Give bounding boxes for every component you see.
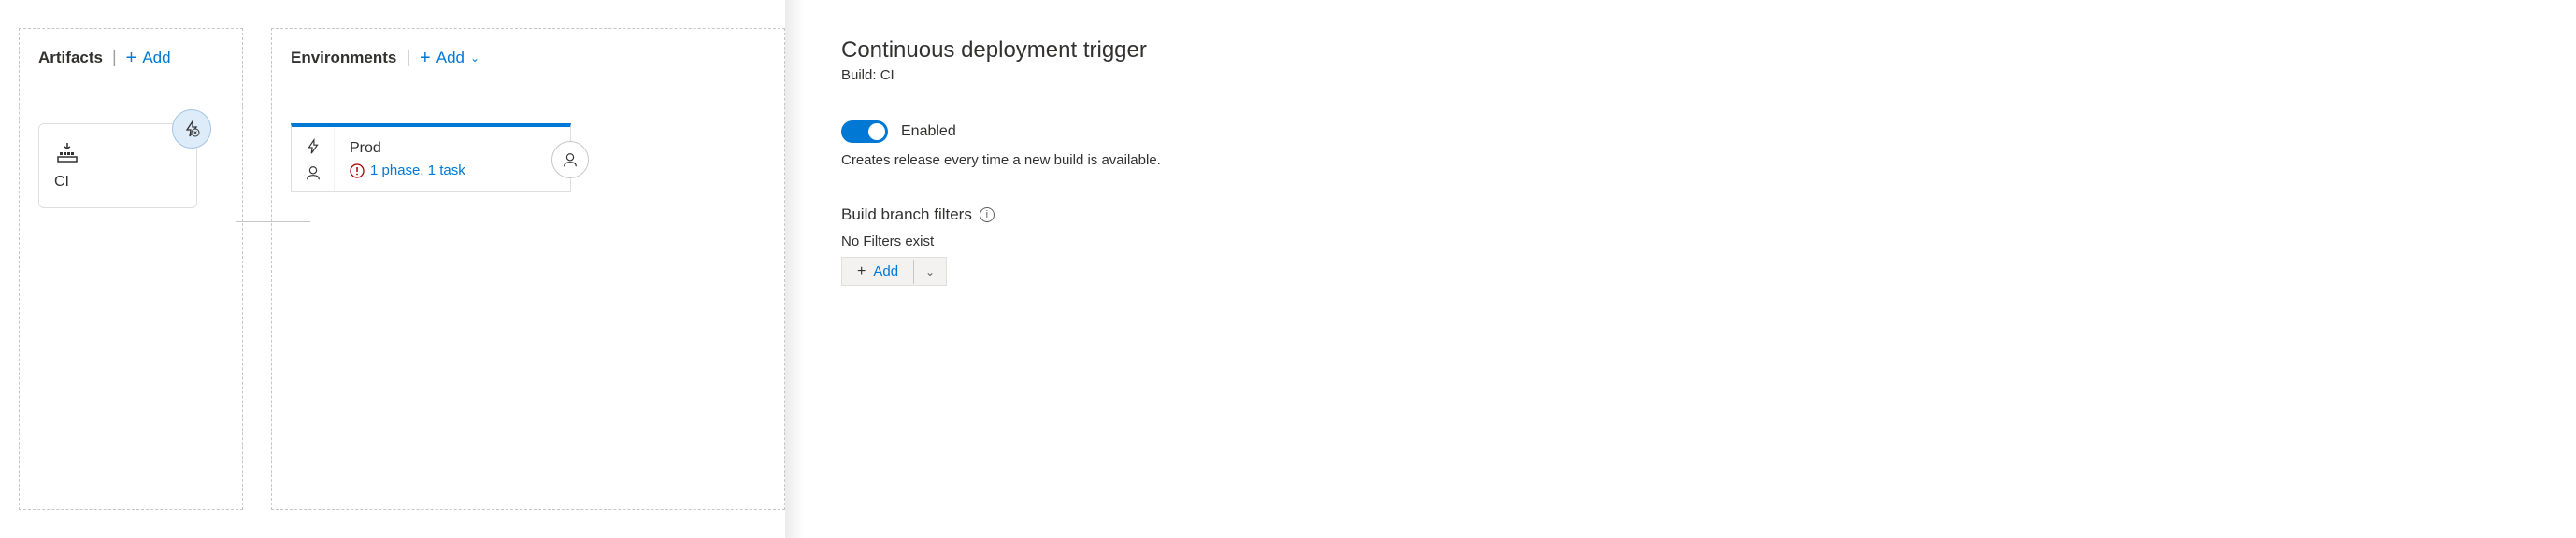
add-filter-split-button: + Add ⌄ [841,257,947,286]
trigger-badge[interactable] [172,109,211,149]
plus-icon: + [857,264,866,279]
plus-icon: + [420,49,431,67]
panel-subtitle: Build: CI [841,67,1608,83]
person-icon [562,151,579,168]
chevron-down-icon: ⌄ [925,265,935,278]
env-post-conditions[interactable] [551,141,589,178]
environments-section: Environments | + Add ⌄ Prod [271,28,785,510]
add-environment-button[interactable]: + Add ⌄ [420,49,479,67]
environment-card[interactable]: Prod 1 phase, 1 task [291,123,571,192]
artifacts-section: Artifacts | + Add CI [19,28,243,510]
artifacts-header: Artifacts | + Add [38,48,223,67]
lightning-icon [182,120,201,138]
env-pre-conditions[interactable] [292,127,335,191]
enabled-toggle[interactable] [841,120,888,143]
toggle-row: Enabled [841,120,1608,143]
env-name: Prod [350,140,555,157]
no-filters-text: No Filters exist [841,234,1608,249]
panel-title: Continuous deployment trigger [841,37,1608,64]
artifact-name: CI [54,174,181,191]
add-filter-button[interactable]: + Add [842,258,913,285]
toggle-label: Enabled [901,123,956,140]
toggle-description: Creates release every time a new build i… [841,152,1608,168]
environments-title: Environments [291,49,396,67]
artifact-card[interactable]: CI [38,123,197,208]
info-icon[interactable]: i [980,207,995,222]
warning-icon [350,163,365,178]
lightning-icon [305,138,322,155]
chevron-down-icon: ⌄ [470,51,479,64]
env-body[interactable]: Prod 1 phase, 1 task [335,127,570,191]
add-artifact-label: Add [142,49,170,67]
add-filter-label: Add [873,263,898,279]
filters-heading-text: Build branch filters [841,205,972,224]
person-icon [305,164,322,181]
add-artifact-button[interactable]: + Add [126,49,171,67]
add-environment-label: Add [436,49,465,67]
env-tasks-link[interactable]: 1 phase, 1 task [350,163,555,178]
pipeline-canvas: Artifacts | + Add CI [0,0,804,538]
divider: | [112,48,117,67]
add-filter-chevron[interactable]: ⌄ [913,260,946,284]
environments-header: Environments | + Add ⌄ [291,48,766,67]
panel-shadow [785,0,804,538]
trigger-panel: Continuous deployment trigger Build: CI … [804,0,1645,538]
env-tasks-text: 1 phase, 1 task [370,163,465,178]
branch-filters-heading: Build branch filters i [841,205,1608,224]
plus-icon: + [126,49,137,67]
artifacts-title: Artifacts [38,49,103,67]
toggle-knob [868,123,885,140]
divider: | [406,48,410,67]
build-icon [54,141,181,166]
